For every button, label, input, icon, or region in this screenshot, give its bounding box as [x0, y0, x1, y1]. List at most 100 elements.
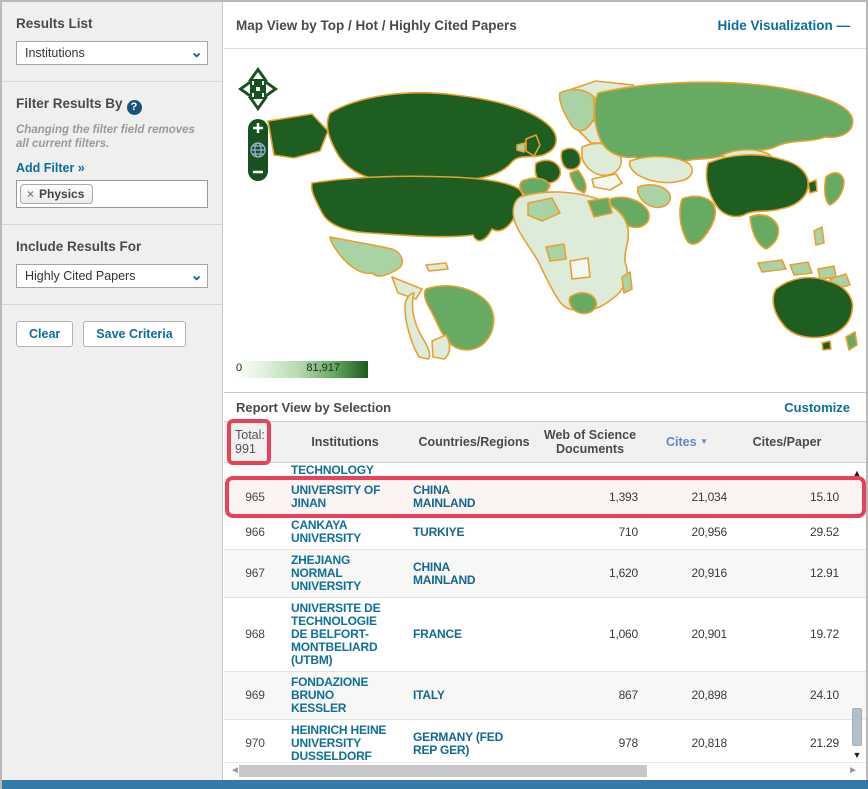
customize-link[interactable]: Customize [784, 400, 850, 415]
filter-by-label: Filter Results By? [16, 96, 208, 115]
scroll-right-icon[interactable]: ► [848, 764, 858, 778]
table-body: TECHNOLOGY 965 UNIVERSITY OF JINAN CHINA… [224, 463, 866, 762]
table-row-partial: TECHNOLOGY [224, 463, 866, 480]
filter-note: Changing the filter field removes all cu… [16, 124, 195, 150]
report-view-title: Report View by Selection [236, 399, 392, 415]
table-row[interactable]: 967 ZHEJIANG NORMAL UNIVERSITY CHINA MAI… [224, 550, 866, 598]
rank-cell: 969 [245, 688, 265, 702]
institution-link[interactable]: FONDAZIONE BRUNO KESSLER [281, 672, 409, 719]
help-icon[interactable]: ? [126, 100, 142, 115]
world-choropleth-map[interactable] [230, 51, 860, 361]
table-rows: 965 UNIVERSITY OF JINAN CHINA MAINLAND 1… [224, 476, 866, 762]
map-view-header: Map View by Top / Hot / Highly Cited Pap… [224, 2, 866, 49]
documents-cell: 710 [618, 524, 639, 539]
column-header-countries[interactable]: Countries/Regions [409, 435, 539, 449]
include-results-value: Highly Cited Papers [25, 269, 136, 283]
institution-link[interactable]: UNIVERSITY OF JINAN [281, 480, 409, 514]
table-row[interactable]: 966 CANKAYA UNIVERSITY TURKIYE 710 20,95… [224, 515, 866, 550]
choropleth-legend: 0 81,917 [234, 361, 368, 378]
table-row[interactable]: 965 UNIVERSITY OF JINAN CHINA MAINLAND 1… [224, 476, 866, 518]
column-header-cites-sort[interactable]: Cites ▼ [641, 435, 733, 449]
country-cell: CHINA MAINLAND [413, 559, 476, 587]
remove-filter-icon[interactable]: × [27, 187, 34, 201]
institution-link[interactable]: UNIVERSITE DE TECHNOLOGIE DE BELFORT-MON… [281, 598, 409, 671]
documents-cell: 1,060 [608, 627, 638, 641]
cites-per-paper-cell: 21.29 [809, 736, 839, 750]
active-filters-box: × Physics [16, 180, 208, 208]
institution-link[interactable]: HEINRICH HEINE UNIVERSITY DUSSELDORF [281, 720, 409, 763]
legend-max-value: 81,917 [306, 362, 340, 374]
include-results-section: Include Results For Highly Cited Papers … [2, 225, 222, 304]
institution-link[interactable]: TECHNOLOGY [281, 463, 409, 479]
filter-chip-physics[interactable]: × Physics [20, 184, 94, 204]
cites-per-paper-cell: 29.52 [809, 524, 839, 539]
horizontal-scroll-thumb[interactable] [239, 765, 647, 777]
report-view-header: Report View by Selection Customize [224, 392, 866, 421]
institution-link[interactable]: ZHEJIANG NORMAL UNIVERSITY [281, 550, 409, 597]
map-view-title: Map View by Top / Hot / Highly Cited Pap… [236, 17, 517, 33]
main-panel: Map View by Top / Hot / Highly Cited Pap… [224, 2, 866, 781]
results-list-section: Results List Institutions ⌄ [2, 2, 222, 81]
filter-sidebar: Results List Institutions ⌄ Filter Resul… [2, 2, 223, 781]
country-cell: TURKIYE [413, 524, 465, 539]
world-map-area: 0 81,917 [224, 49, 866, 392]
cites-cell: 20,901 [691, 627, 727, 641]
rank-cell: 968 [245, 627, 265, 641]
rank-cell: 966 [245, 524, 265, 539]
cites-cell: 20,916 [691, 566, 727, 580]
documents-cell: 867 [618, 688, 639, 702]
rank-cell: 967 [245, 566, 265, 580]
results-list-value: Institutions [25, 46, 85, 60]
table-row[interactable]: 968 UNIVERSITE DE TECHNOLOGIE DE BELFORT… [224, 598, 866, 672]
vertical-scrollbar[interactable]: ▲ ▼ [850, 468, 864, 760]
rank-cell: 970 [245, 736, 265, 750]
hide-visualization-link[interactable]: Hide Visualization — [717, 18, 850, 33]
rank-cell: 965 [245, 489, 265, 504]
country-cell: GERMANY (FED REP GER) [413, 729, 504, 757]
sidebar-buttons: Clear Save Criteria [2, 305, 222, 363]
filter-chip-label: Physics [39, 187, 85, 201]
legend-min-value: 0 [236, 362, 243, 374]
institution-link[interactable]: CANKAYA UNIVERSITY [281, 515, 409, 549]
country-cell: CHINA MAINLAND [413, 483, 476, 510]
horizontal-scrollbar[interactable]: ◄ ► [224, 762, 866, 778]
chevron-down-icon: ⌄ [190, 267, 203, 284]
clear-button[interactable]: Clear [16, 321, 74, 347]
total-count-cell: Total: 991 [235, 428, 265, 456]
table-row[interactable]: 970 HEINRICH HEINE UNIVERSITY DUSSELDORF… [224, 720, 866, 762]
cites-cell: 20,818 [691, 736, 727, 750]
country-cell: ITALY [413, 688, 445, 702]
documents-cell: 978 [618, 736, 639, 750]
column-header-institutions[interactable]: Institutions [281, 435, 409, 449]
column-header-documents[interactable]: Web of Science Documents [539, 428, 641, 456]
sort-descending-icon: ▼ [700, 437, 708, 446]
cites-cell: 21,034 [691, 489, 727, 504]
filter-by-section: Filter Results By? Changing the filter f… [2, 82, 222, 224]
scroll-up-icon[interactable]: ▲ [850, 468, 864, 478]
esi-results-window: Results List Institutions ⌄ Filter Resul… [0, 0, 868, 789]
scroll-down-icon[interactable]: ▼ [850, 750, 864, 760]
documents-cell: 1,393 [608, 489, 638, 504]
chevron-down-icon: ⌄ [190, 44, 203, 61]
total-count-value: 991 [235, 442, 256, 456]
cites-per-paper-cell: 12.91 [809, 566, 839, 580]
map-navigation-controls [238, 67, 278, 181]
results-table-header: Total: 991 Institutions Countries/Region… [224, 419, 866, 465]
column-header-cites-paper[interactable]: Cites/Paper [733, 435, 841, 449]
include-results-select[interactable]: Highly Cited Papers ⌄ [16, 264, 208, 288]
documents-cell: 1,620 [608, 566, 638, 580]
table-row[interactable]: 969 FONDAZIONE BRUNO KESSLER ITALY 867 2… [224, 672, 866, 720]
cites-per-paper-cell: 19.72 [809, 627, 839, 641]
vertical-scroll-thumb[interactable] [852, 708, 862, 746]
cites-cell: 20,898 [691, 688, 727, 702]
cites-cell: 20,956 [691, 524, 727, 539]
save-criteria-button[interactable]: Save Criteria [83, 321, 186, 347]
results-list-label: Results List [16, 16, 93, 31]
results-list-select[interactable]: Institutions ⌄ [16, 41, 208, 65]
country-cell: FRANCE [413, 627, 462, 641]
cites-per-paper-cell: 24.10 [809, 688, 839, 702]
include-results-label: Include Results For [16, 239, 142, 254]
add-filter-link[interactable]: Add Filter » [16, 161, 85, 175]
minus-icon: — [836, 17, 851, 33]
window-bottom-edge [2, 780, 868, 789]
